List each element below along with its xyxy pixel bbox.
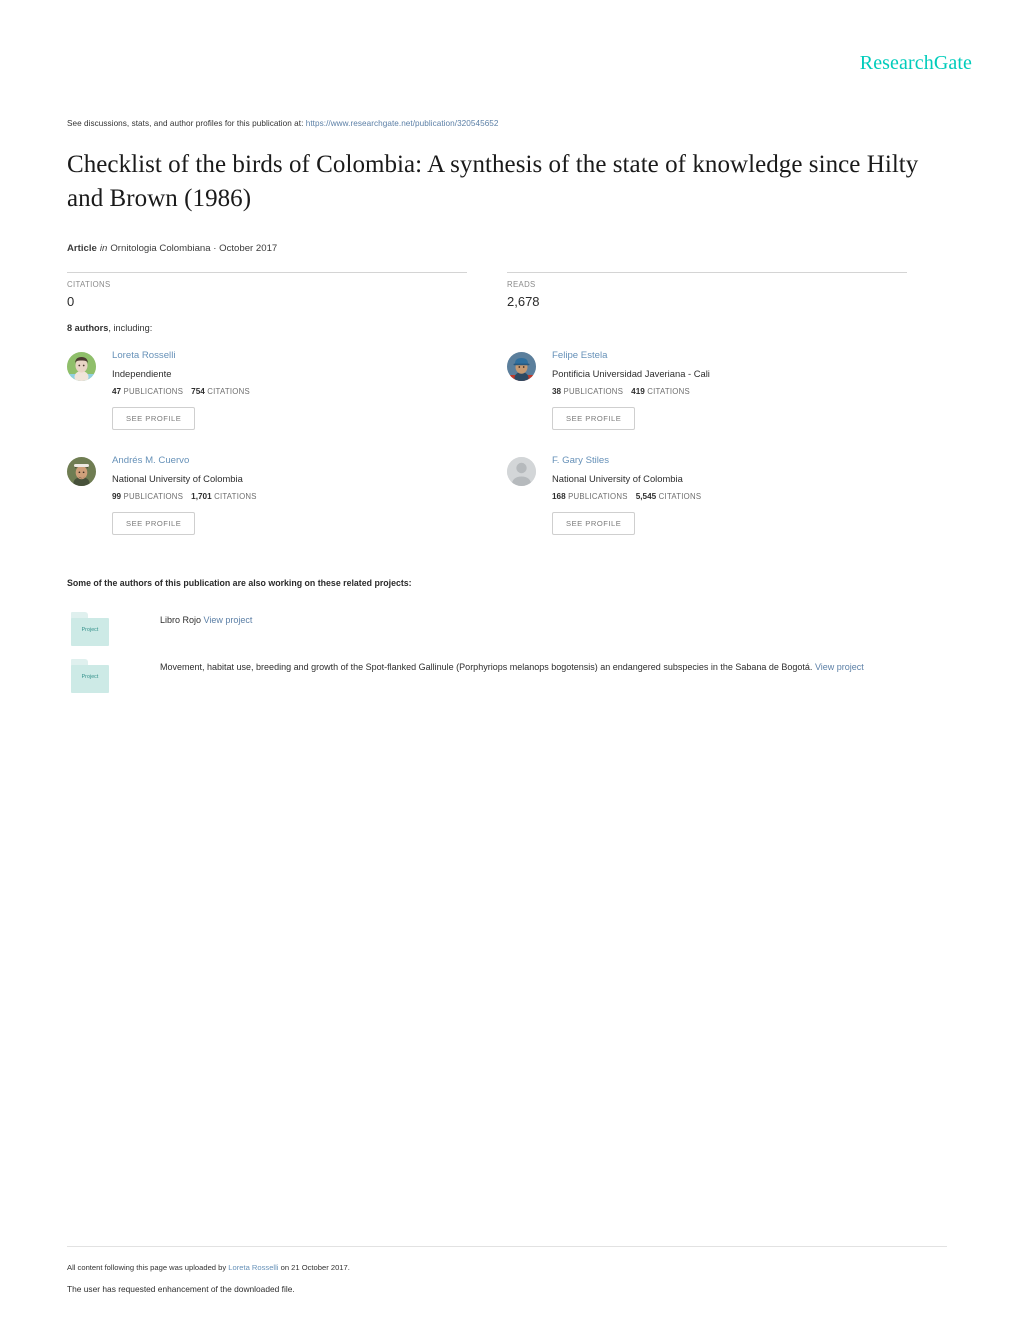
citations-label: CITATIONS [207, 386, 250, 396]
uploader-link[interactable]: Loreta Rosselli [228, 1263, 278, 1272]
publications-label: PUBLICATIONS [568, 491, 628, 501]
author-name-link[interactable]: F. Gary Stiles [552, 455, 937, 467]
author-publications-count: 168 [552, 491, 566, 501]
researchgate-logo[interactable]: ResearchGate [860, 52, 972, 75]
authors-intro: 8 authors, including: [67, 323, 152, 333]
projects-intro: Some of the authors of this publication … [67, 578, 412, 588]
citations-label: CITATIONS [67, 280, 111, 289]
citations-label: CITATIONS [647, 386, 690, 396]
photo-avatar-man-hat-icon [67, 457, 96, 486]
author-card: Felipe Estela Pontificia Universidad Jav… [507, 350, 937, 431]
photo-avatar-man-cap-icon [507, 352, 536, 381]
upload-suffix: on 21 October 2017. [278, 1263, 350, 1272]
reads-divider [507, 272, 907, 273]
see-profile-button[interactable]: SEE PROFILE [552, 511, 636, 536]
author-citations-count: 754 [191, 386, 205, 396]
author-name-link[interactable]: Andrés M. Cuervo [112, 455, 497, 467]
project-text: Libro Rojo View project [160, 612, 950, 629]
project-title: Libro Rojo [160, 615, 204, 625]
reads-stat: READS 2,678 [507, 272, 907, 309]
author-card: F. Gary Stiles National University of Co… [507, 455, 937, 536]
reads-value: 2,678 [507, 294, 540, 309]
project-icon-label: Project [81, 674, 99, 680]
article-in-word: in [99, 243, 108, 254]
project-folder-icon: Project [71, 659, 109, 693]
project-folder-icon: Project [71, 612, 109, 646]
photo-avatar-woman-icon [67, 352, 96, 381]
author-card: Loreta Rosselli Independiente 47 PUBLICA… [67, 350, 497, 431]
avatar[interactable] [507, 352, 536, 381]
author-name-link[interactable]: Felipe Estela [552, 350, 937, 362]
avatar[interactable] [67, 457, 96, 486]
author-publications-count: 38 [552, 386, 562, 396]
researchgate-publication-page: ResearchGate See discussions, stats, and… [0, 0, 1020, 1320]
author-metrics: 168 PUBLICATIONS 5,545 CITATIONS [552, 492, 937, 501]
publications-label: PUBLICATIONS [123, 491, 184, 501]
project-icon-label: Project [81, 627, 99, 633]
placeholder-avatar-silhouette-icon [507, 457, 536, 486]
citations-label: CITATIONS [658, 491, 702, 501]
upload-prefix: All content following this page was uplo… [67, 1263, 229, 1272]
publication-url-link[interactable]: https://www.researchgate.net/publication… [306, 119, 499, 128]
enhancement-note: The user has requested enhancement of th… [67, 1284, 295, 1294]
author-affiliation: National University of Colombia [112, 472, 243, 484]
reads-label: READS [507, 280, 536, 289]
author-publications-count: 47 [112, 386, 122, 396]
author-citations-count: 419 [631, 386, 645, 396]
see-profile-button[interactable]: SEE PROFILE [112, 511, 196, 536]
upload-info: All content following this page was uplo… [67, 1263, 350, 1272]
author-citations-count: 5,545 [635, 491, 657, 501]
publications-label: PUBLICATIONS [563, 386, 624, 396]
author-body: Felipe Estela Pontificia Universidad Jav… [552, 350, 937, 431]
project-title: Movement, habitat use, breeding and grow… [160, 662, 815, 672]
avatar[interactable] [67, 352, 96, 381]
author-body: Loreta Rosselli Independiente 47 PUBLICA… [112, 350, 497, 431]
author-body: Andrés M. Cuervo National University of … [112, 455, 497, 536]
author-name-link[interactable]: Loreta Rosselli [112, 350, 497, 362]
citations-label: CITATIONS [214, 491, 257, 501]
project-row: Project Libro Rojo View project [67, 612, 957, 646]
author-affiliation: Pontificia Universidad Javeriana - Cali [552, 367, 710, 379]
article-type-label: Article [67, 243, 97, 254]
author-body: F. Gary Stiles National University of Co… [552, 455, 937, 536]
view-project-link[interactable]: View project [204, 615, 253, 625]
author-card: Andrés M. Cuervo National University of … [67, 455, 497, 536]
author-affiliation: Independiente [112, 367, 172, 379]
author-publications-count: 99 [112, 491, 122, 501]
project-text: Movement, habitat use, breeding and grow… [160, 659, 950, 676]
project-row: Project Movement, habitat use, breeding … [67, 659, 957, 693]
citations-stat: CITATIONS 0 [67, 272, 467, 309]
avatar[interactable] [507, 457, 536, 486]
author-affiliation: National University of Colombia [552, 472, 683, 484]
view-project-link[interactable]: View project [815, 662, 864, 672]
authors-intro-rest: , including: [108, 323, 153, 333]
article-venue-date: Ornitologia Colombiana · October 2017 [110, 243, 278, 254]
author-citations-count: 1,701 [191, 491, 212, 501]
citations-divider [67, 272, 467, 273]
see-profile-button[interactable]: SEE PROFILE [552, 406, 636, 431]
discussions-line: See discussions, stats, and author profi… [67, 119, 499, 128]
authors-count: 8 authors [67, 323, 109, 333]
discussions-prefix-text: See discussions, stats, and author profi… [67, 119, 304, 128]
citations-value: 0 [67, 294, 75, 309]
author-metrics: 99 PUBLICATIONS 1,701 CITATIONS [112, 492, 497, 501]
see-profile-button[interactable]: SEE PROFILE [112, 406, 196, 431]
author-metrics: 47 PUBLICATIONS 754 CITATIONS [112, 387, 497, 396]
footer-divider [67, 1246, 947, 1247]
article-meta: Article in Ornitologia Colombiana · Octobe… [67, 243, 277, 254]
page-title: Checklist of the birds of Colombia: A sy… [67, 151, 919, 212]
publications-label: PUBLICATIONS [123, 386, 184, 396]
author-metrics: 38 PUBLICATIONS 419 CITATIONS [552, 387, 937, 396]
